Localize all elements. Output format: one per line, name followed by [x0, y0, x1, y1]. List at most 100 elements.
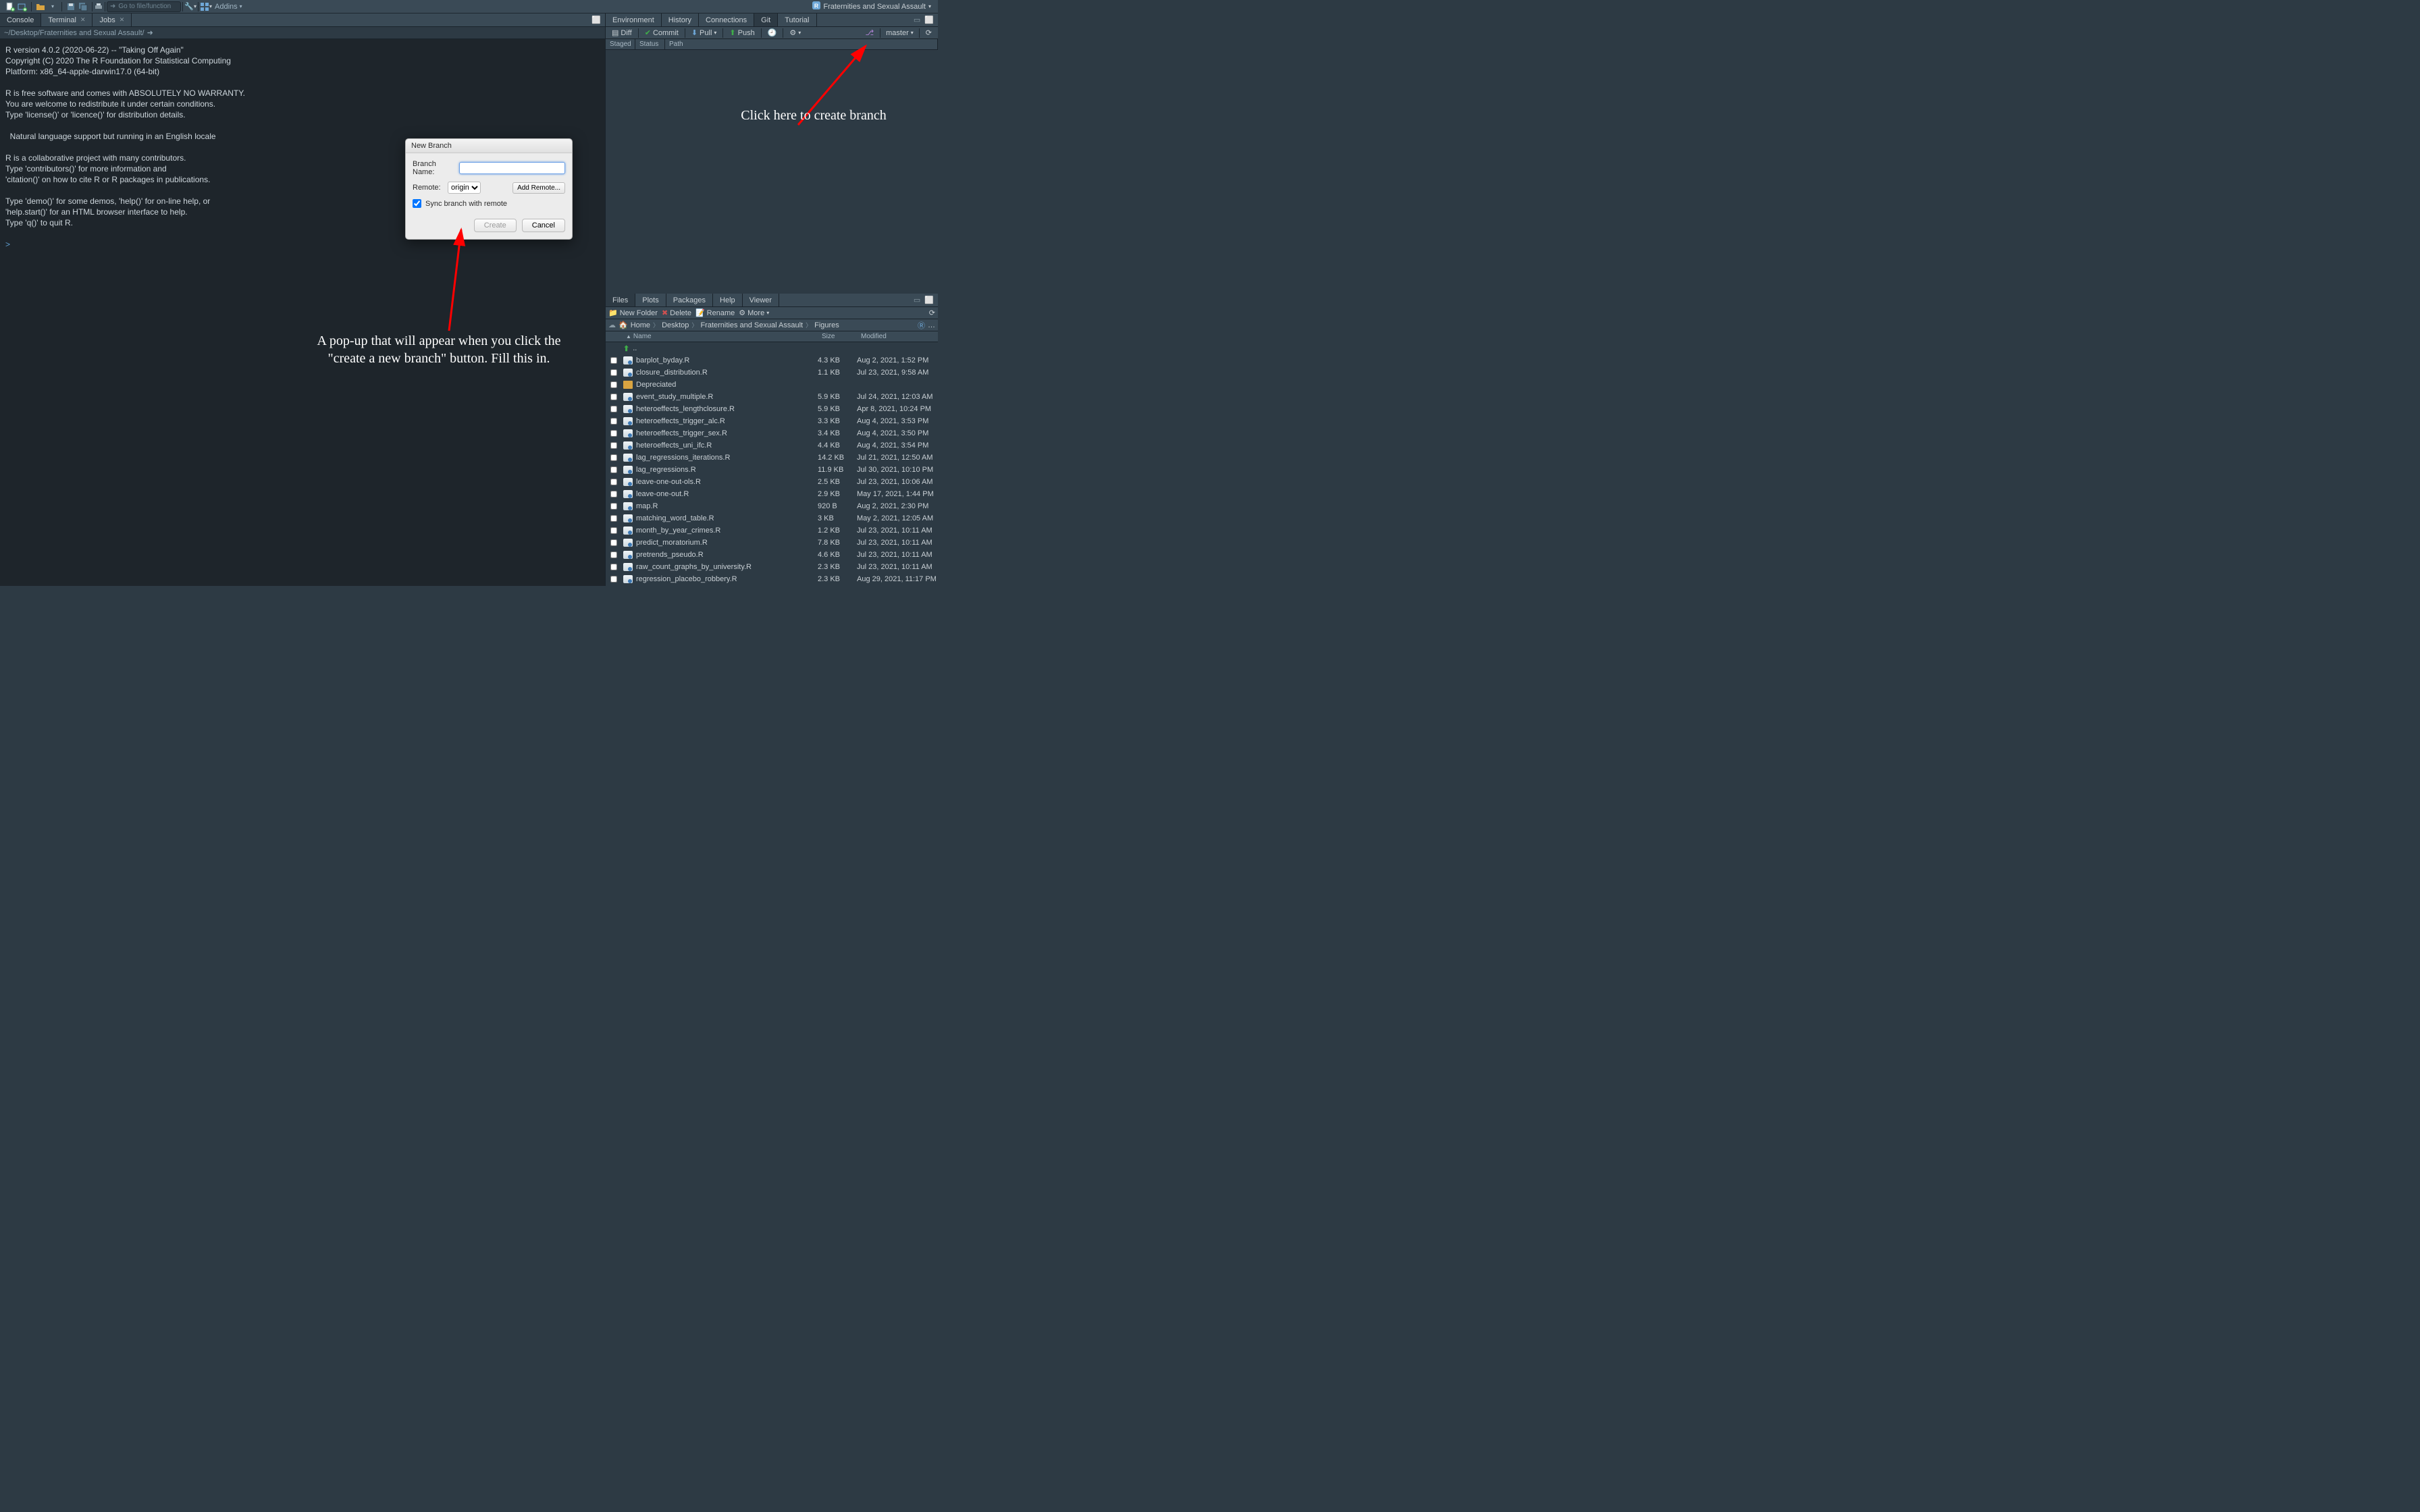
- tab-plots[interactable]: Plots: [635, 294, 666, 306]
- tab-viewer[interactable]: Viewer: [743, 294, 779, 306]
- more-menu[interactable]: ⚙More▾: [739, 308, 769, 317]
- close-icon[interactable]: ✕: [120, 16, 125, 24]
- header-modified[interactable]: Modified: [857, 331, 938, 342]
- file-checkbox[interactable]: [610, 406, 617, 412]
- open-recent-caret[interactable]: ▾: [48, 2, 57, 11]
- file-checkbox[interactable]: [610, 479, 617, 485]
- project-menu[interactable]: R Fraternities and Sexual Assault ▾: [808, 1, 935, 11]
- tab-history[interactable]: History: [662, 14, 699, 26]
- file-checkbox[interactable]: [610, 466, 617, 473]
- new-file-icon[interactable]: [5, 2, 15, 11]
- file-checkbox[interactable]: [610, 418, 617, 425]
- crumb-figures[interactable]: Figures: [814, 321, 839, 329]
- file-checkbox[interactable]: [610, 381, 617, 388]
- file-row[interactable]: leave-one-out-ols.R2.5 KBJul 23, 2021, 1…: [606, 476, 938, 488]
- file-row[interactable]: Depreciated: [606, 379, 938, 391]
- maximize-icon[interactable]: ⬜: [924, 16, 934, 24]
- crumb-desktop[interactable]: Desktop: [662, 321, 689, 329]
- file-checkbox[interactable]: [610, 551, 617, 558]
- ellipsis-icon[interactable]: …: [928, 321, 935, 329]
- file-row[interactable]: lag_regressions.R11.9 KBJul 30, 2021, 10…: [606, 464, 938, 476]
- file-checkbox[interactable]: [610, 491, 617, 497]
- header-status[interactable]: Status: [635, 39, 665, 49]
- file-row[interactable]: barplot_byday.R4.3 KBAug 2, 2021, 1:52 P…: [606, 354, 938, 367]
- save-all-icon[interactable]: [78, 2, 88, 11]
- file-row[interactable]: month_by_year_crimes.R1.2 KBJul 23, 2021…: [606, 524, 938, 537]
- close-icon[interactable]: ✕: [80, 16, 86, 24]
- file-row[interactable]: closure_distribution.R1.1 KBJul 23, 2021…: [606, 367, 938, 379]
- file-row[interactable]: predict_moratorium.R7.8 KBJul 23, 2021, …: [606, 537, 938, 549]
- refresh-icon[interactable]: ⟳: [929, 308, 935, 317]
- file-row[interactable]: map.R920 BAug 2, 2021, 2:30 PM: [606, 500, 938, 512]
- file-checkbox[interactable]: [610, 503, 617, 510]
- file-row[interactable]: leave-one-out.R2.9 KBMay 17, 2021, 1:44 …: [606, 488, 938, 500]
- tab-console[interactable]: Console: [0, 14, 41, 26]
- file-checkbox[interactable]: [610, 454, 617, 461]
- file-row[interactable]: matching_word_table.R3 KBMay 2, 2021, 12…: [606, 512, 938, 524]
- goto-file-input[interactable]: ➜ Go to file/function: [107, 1, 181, 12]
- header-staged[interactable]: Staged: [606, 39, 635, 49]
- open-file-icon[interactable]: [36, 2, 45, 11]
- header-size[interactable]: Size: [818, 331, 857, 342]
- sync-checkbox[interactable]: [413, 199, 421, 208]
- file-row[interactable]: heteroeffects_uni_ifc.R4.4 KBAug 4, 2021…: [606, 439, 938, 452]
- pull-button[interactable]: ⬇Pull▾: [688, 28, 720, 38]
- new-branch-button[interactable]: ⎇: [862, 28, 877, 38]
- minimize-icon[interactable]: ▭: [914, 16, 920, 24]
- tools-icon[interactable]: 🔧: [184, 2, 194, 11]
- tools-caret[interactable]: ▾: [194, 3, 196, 9]
- header-name[interactable]: ▲Name: [622, 331, 818, 342]
- file-row[interactable]: event_study_multiple.R5.9 KBJul 24, 2021…: [606, 391, 938, 403]
- updir-row[interactable]: ⬆..: [606, 342, 938, 354]
- push-button[interactable]: ⬆Push: [726, 28, 758, 38]
- file-row[interactable]: heteroeffects_trigger_alc.R3.3 KBAug 4, …: [606, 415, 938, 427]
- tab-help[interactable]: Help: [713, 294, 743, 306]
- maximize-icon[interactable]: ⬜: [924, 296, 934, 304]
- save-icon[interactable]: [66, 2, 76, 11]
- add-remote-button[interactable]: Add Remote...: [512, 182, 565, 194]
- tab-files[interactable]: Files: [606, 294, 635, 306]
- minimize-icon[interactable]: ▭: [914, 296, 920, 304]
- remote-select[interactable]: origin: [448, 182, 481, 194]
- create-button[interactable]: Create: [474, 219, 517, 232]
- file-checkbox[interactable]: [610, 564, 617, 570]
- new-folder-button[interactable]: 📁New Folder: [608, 308, 658, 317]
- addins-menu[interactable]: Addins ▾: [212, 1, 245, 12]
- file-checkbox[interactable]: [610, 430, 617, 437]
- more-button[interactable]: ⚙▾: [786, 28, 804, 38]
- cloud-icon[interactable]: ☁: [608, 321, 616, 329]
- file-checkbox[interactable]: [610, 442, 617, 449]
- cancel-button[interactable]: Cancel: [522, 219, 565, 232]
- refresh-button[interactable]: ⟳: [922, 28, 935, 38]
- tab-environment[interactable]: Environment: [606, 14, 662, 26]
- crumb-home[interactable]: Home: [631, 321, 650, 329]
- header-path[interactable]: Path: [665, 39, 938, 49]
- console-output[interactable]: R version 4.0.2 (2020-06-22) -- "Taking …: [0, 39, 605, 586]
- tab-terminal[interactable]: Terminal✕: [41, 14, 93, 26]
- file-row[interactable]: raw_count_graphs_by_university.R2.3 KBJu…: [606, 561, 938, 573]
- branch-name-input[interactable]: [459, 162, 565, 174]
- diff-button[interactable]: ▤Diff: [608, 28, 635, 38]
- file-checkbox[interactable]: [610, 357, 617, 364]
- rename-button[interactable]: 📝Rename: [695, 308, 735, 317]
- file-row[interactable]: regression_placebo_robbery.R2.3 KBAug 29…: [606, 573, 938, 585]
- branch-selector[interactable]: master▾: [883, 29, 916, 37]
- print-icon[interactable]: [94, 2, 103, 11]
- tab-tutorial[interactable]: Tutorial: [778, 14, 816, 26]
- file-row[interactable]: lag_regressions_iterations.R14.2 KBJul 2…: [606, 452, 938, 464]
- delete-button[interactable]: ✖Delete: [662, 308, 691, 317]
- home-icon[interactable]: 🏠: [619, 321, 628, 329]
- file-checkbox[interactable]: [610, 394, 617, 400]
- file-checkbox[interactable]: [610, 515, 617, 522]
- path-arrow-icon[interactable]: ➜: [147, 28, 153, 37]
- file-checkbox[interactable]: [610, 527, 617, 534]
- tab-jobs[interactable]: Jobs✕: [93, 14, 132, 26]
- new-project-icon[interactable]: [18, 2, 27, 11]
- file-row[interactable]: heteroeffects_lengthclosure.R5.9 KBApr 8…: [606, 403, 938, 415]
- crumb-project[interactable]: Fraternities and Sexual Assault: [700, 321, 803, 329]
- file-checkbox[interactable]: [610, 539, 617, 546]
- file-row[interactable]: pretrends_pseudo.R4.6 KBJul 23, 2021, 10…: [606, 549, 938, 561]
- grid-icon[interactable]: [200, 2, 209, 11]
- commit-button[interactable]: ✔Commit: [641, 28, 682, 38]
- tab-connections[interactable]: Connections: [699, 14, 754, 26]
